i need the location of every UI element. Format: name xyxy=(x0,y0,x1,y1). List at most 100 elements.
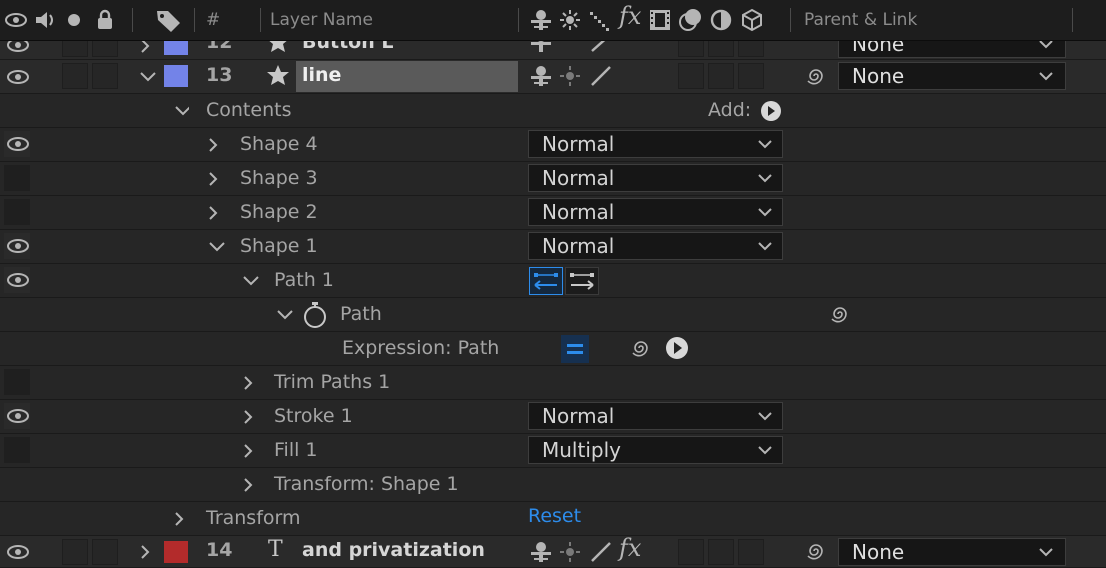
fill-name[interactable]: Fill 1 xyxy=(274,439,318,461)
transform-shape-name[interactable]: Transform: Shape 1 xyxy=(274,473,459,495)
expression-row[interactable]: Expression: Path xyxy=(0,332,1106,366)
pickwhip-spiral-icon[interactable] xyxy=(829,303,851,325)
property-name[interactable]: Path xyxy=(340,303,382,325)
audio-toggle[interactable] xyxy=(62,41,88,57)
lock-toggle[interactable] xyxy=(92,41,118,57)
twirl-right-icon[interactable] xyxy=(140,41,150,53)
twirl-right-icon[interactable] xyxy=(243,444,253,458)
visibility-toggle[interactable] xyxy=(4,369,30,395)
parent-dropdown[interactable]: None xyxy=(838,41,1066,58)
fill-row[interactable]: Fill 1 Multiply xyxy=(0,434,1106,468)
shape-row[interactable]: Shape 4 Normal xyxy=(0,128,1106,162)
visibility-toggle[interactable] xyxy=(4,165,30,191)
parent-link-column-header[interactable]: Parent & Link xyxy=(804,0,917,40)
expression-enable-toggle[interactable] xyxy=(561,335,589,363)
shape-name[interactable]: Shape 1 xyxy=(240,235,318,257)
switch-box[interactable] xyxy=(678,41,704,57)
switch-box[interactable] xyxy=(738,41,764,57)
lock-toggle[interactable] xyxy=(92,539,118,565)
visibility-toggle[interactable] xyxy=(4,437,30,463)
label-color-swatch[interactable] xyxy=(164,541,188,563)
shape-row[interactable]: Shape 2 Normal xyxy=(0,196,1106,230)
switch-box[interactable] xyxy=(678,539,704,565)
label-tag-icon[interactable] xyxy=(156,10,182,32)
layer-name-column-header[interactable]: Layer Name xyxy=(270,0,373,40)
contents-row[interactable]: Contents Add: xyxy=(0,94,1106,128)
3d-layer-half-circle-icon[interactable] xyxy=(710,9,732,31)
audio-toggle[interactable] xyxy=(62,539,88,565)
twirl-right-icon[interactable] xyxy=(243,478,253,492)
quality-line-icon[interactable] xyxy=(590,65,612,87)
adjustment-layer-icon[interactable] xyxy=(678,8,704,32)
blend-mode-dropdown[interactable]: Multiply xyxy=(528,436,783,464)
shy-switch-icon[interactable] xyxy=(529,541,553,563)
blend-mode-dropdown[interactable]: Normal xyxy=(528,232,783,260)
collapse-sun-icon[interactable] xyxy=(559,541,581,563)
blend-mode-dropdown[interactable]: Normal xyxy=(528,402,783,430)
path-group-row[interactable]: Path 1 xyxy=(0,264,1106,298)
quality-slash-icon[interactable] xyxy=(588,10,612,32)
parent-dropdown[interactable]: None xyxy=(838,62,1066,90)
stroke-row[interactable]: Stroke 1 Normal xyxy=(0,400,1106,434)
visibility-toggle[interactable] xyxy=(4,403,30,429)
quality-line-icon[interactable] xyxy=(590,541,612,563)
video-eye-icon[interactable] xyxy=(4,12,28,28)
expression-pickwhip-icon[interactable] xyxy=(630,337,652,359)
twirl-right-icon[interactable] xyxy=(208,138,218,152)
solo-dot-icon[interactable] xyxy=(67,13,81,27)
lock-icon[interactable] xyxy=(95,9,115,31)
pickwhip-spiral-icon[interactable] xyxy=(805,540,827,562)
shy-switch-icon[interactable] xyxy=(529,65,553,87)
shape-name[interactable]: Shape 2 xyxy=(240,201,318,223)
3d-cube-icon[interactable] xyxy=(740,8,764,32)
blend-mode-dropdown[interactable]: Normal xyxy=(528,164,783,192)
blend-mode-dropdown[interactable]: Normal xyxy=(528,130,783,158)
twirl-down-icon[interactable] xyxy=(243,275,259,287)
transform-shape-row[interactable]: Transform: Shape 1 xyxy=(0,468,1106,502)
shape-name[interactable]: Shape 3 xyxy=(240,167,318,189)
switch-box[interactable] xyxy=(738,539,764,565)
shy-switch-icon[interactable] xyxy=(529,41,553,53)
switch-box[interactable] xyxy=(678,63,704,89)
lock-toggle[interactable] xyxy=(92,63,118,89)
visibility-eye-icon[interactable] xyxy=(6,544,30,560)
switch-box[interactable] xyxy=(708,63,734,89)
number-column-header[interactable]: # xyxy=(206,0,220,40)
layer-row-12[interactable]: 12 Button L None xyxy=(0,41,1106,60)
path-direction-forward-button[interactable] xyxy=(565,267,599,295)
twirl-right-icon[interactable] xyxy=(243,376,253,390)
visibility-eye-icon[interactable] xyxy=(6,41,30,53)
visibility-eye-icon[interactable] xyxy=(6,69,30,85)
layer-name[interactable]: Button L xyxy=(302,41,393,53)
expression-language-menu-icon[interactable] xyxy=(665,336,689,360)
pickwhip-spiral-icon[interactable] xyxy=(805,65,827,87)
switch-box[interactable] xyxy=(708,539,734,565)
collapse-sun-icon[interactable] xyxy=(559,9,581,31)
layer-name-highlight[interactable]: line xyxy=(296,61,518,92)
add-menu-play-icon[interactable] xyxy=(760,100,782,122)
twirl-right-icon[interactable] xyxy=(140,545,150,559)
layer-name[interactable]: line xyxy=(302,64,341,86)
twirl-right-icon[interactable] xyxy=(174,512,184,526)
stroke-name[interactable]: Stroke 1 xyxy=(274,405,353,427)
twirl-right-icon[interactable] xyxy=(208,206,218,220)
stopwatch-icon[interactable] xyxy=(302,301,328,329)
path-property-row[interactable]: Path xyxy=(0,298,1106,332)
effects-fx-icon[interactable]: fx xyxy=(619,534,641,562)
shy-switch-icon[interactable] xyxy=(529,9,553,31)
reset-link[interactable]: Reset xyxy=(528,505,581,527)
motion-blur-film-icon[interactable] xyxy=(649,9,671,31)
effects-fx-icon[interactable]: fx xyxy=(619,2,641,30)
collapse-sun-icon[interactable] xyxy=(559,65,581,87)
twirl-down-icon[interactable] xyxy=(209,241,225,253)
parent-dropdown[interactable]: None xyxy=(838,538,1066,566)
audio-speaker-icon[interactable] xyxy=(34,10,58,30)
path-direction-reverse-button[interactable] xyxy=(529,267,563,295)
visibility-toggle[interactable] xyxy=(4,267,30,293)
switch-box[interactable] xyxy=(738,63,764,89)
label-color-swatch[interactable] xyxy=(164,41,188,55)
transform-label[interactable]: Transform xyxy=(206,507,301,529)
twirl-down-icon[interactable] xyxy=(140,71,156,83)
quality-line-icon[interactable] xyxy=(590,41,612,53)
layer-row-14[interactable]: 14 T and privatization fx None xyxy=(0,534,1106,568)
